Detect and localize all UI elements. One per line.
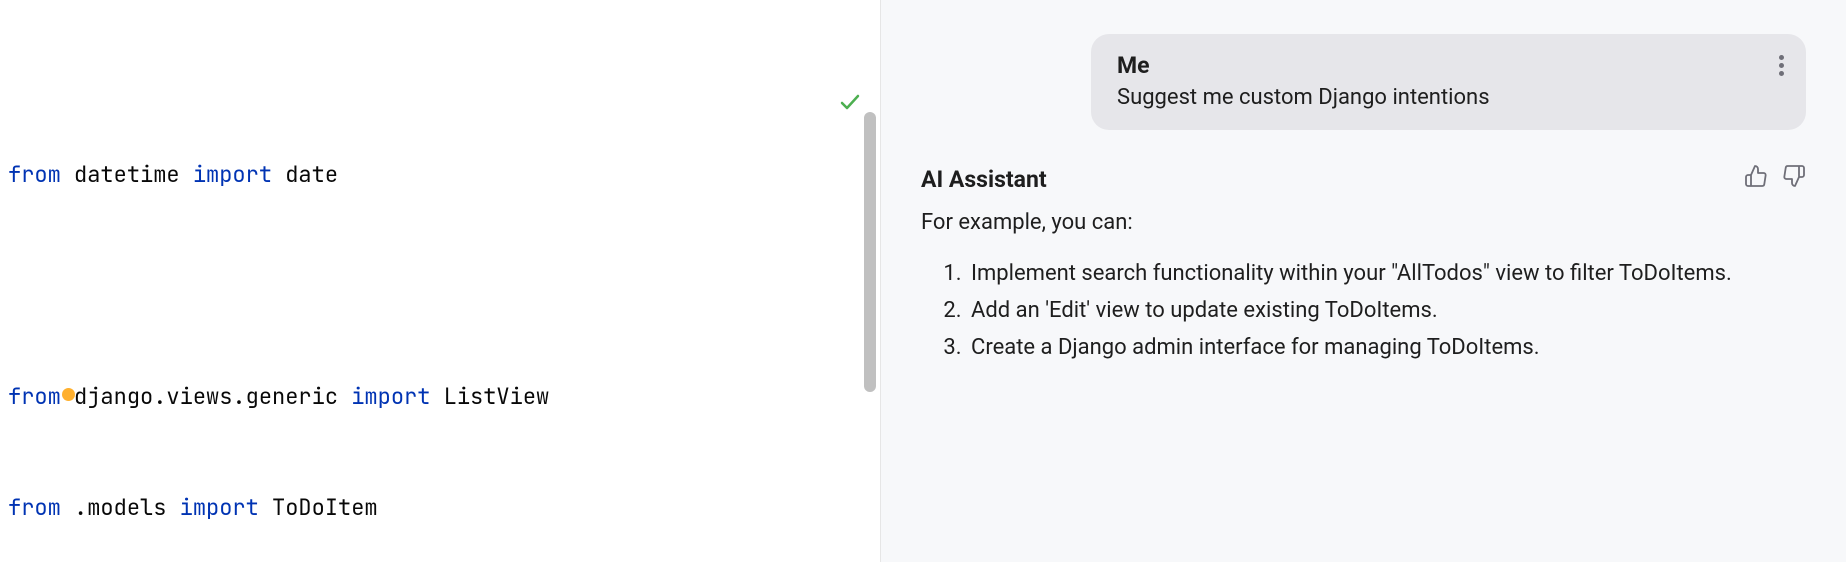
assistant-message: For example, you can: Implement search f… xyxy=(921,204,1806,366)
editor-status-icons xyxy=(759,14,862,199)
vote-icons xyxy=(1744,164,1806,194)
list-item: Create a Django admin interface for mana… xyxy=(967,329,1806,366)
thumbs-down-icon[interactable] xyxy=(1782,164,1806,194)
list-item: Implement search functionality within yo… xyxy=(967,255,1806,292)
code-line[interactable]: from django.views.generic import ListVie… xyxy=(8,378,880,415)
chat-user-message[interactable]: Me Suggest me custom Django intentions xyxy=(1091,34,1806,130)
list-item: Add an 'Edit' view to update existing To… xyxy=(967,292,1806,329)
code-editor-pane[interactable]: from datetime import date from django.vi… xyxy=(0,0,880,562)
scrollbar-thumb[interactable] xyxy=(864,112,876,392)
chat-user-text: Suggest me custom Django intentions xyxy=(1117,85,1780,110)
ai-assistant-pane: Me Suggest me custom Django intentions A… xyxy=(880,0,1846,562)
checkmark-icon xyxy=(759,92,862,158)
code-line[interactable]: from .models import ToDoItem xyxy=(8,489,880,526)
chat-user-name: Me xyxy=(1117,52,1780,79)
assistant-name: AI Assistant xyxy=(921,166,1047,193)
code-line[interactable]: from datetime import date xyxy=(8,156,880,193)
kebab-menu-icon[interactable] xyxy=(1779,52,1784,79)
assistant-intro: For example, you can: xyxy=(921,204,1806,241)
assistant-suggestions-list: Implement search functionality within yo… xyxy=(921,255,1806,366)
assistant-header: AI Assistant xyxy=(921,164,1806,194)
editor-scrollbar[interactable] xyxy=(864,4,878,562)
code-line-blank[interactable] xyxy=(8,267,880,304)
gutter-marker-icon[interactable] xyxy=(62,388,75,401)
thumbs-up-icon[interactable] xyxy=(1744,164,1768,194)
